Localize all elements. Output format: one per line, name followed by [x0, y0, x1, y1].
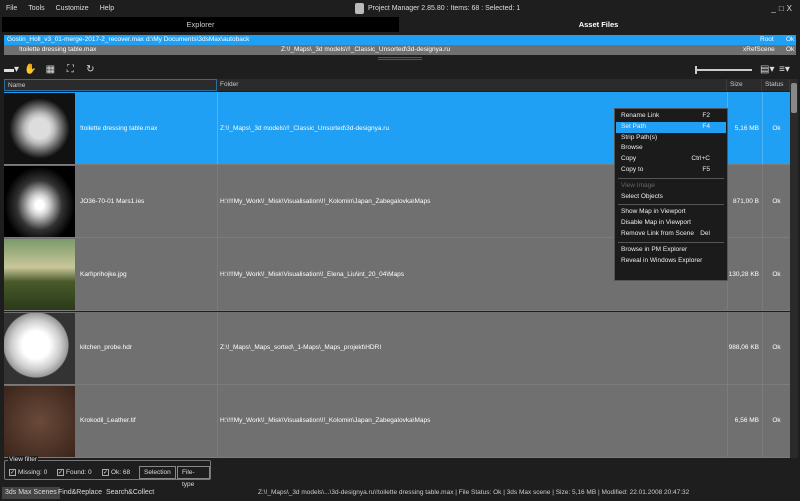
column-header-size[interactable]: Size — [727, 79, 762, 91]
menu-separator — [618, 177, 724, 179]
menu-item-reveal-in-windows-explorer[interactable]: Reveal in Windows Explorer — [616, 256, 726, 267]
tab-3ds-max-scenes[interactable]: 3ds Max Scenes — [2, 487, 60, 499]
cell-size: 5,16 MB — [727, 92, 762, 164]
selection-button[interactable]: Selection — [139, 466, 176, 479]
found-checkbox[interactable]: ✓ Found: 0 — [57, 469, 92, 476]
window-controls[interactable]: _□X — [771, 4, 795, 13]
status-bar: Z:\!_Maps\_3d models\...\3d-designya.ru\… — [258, 489, 690, 496]
column-header-status[interactable]: Status — [762, 79, 790, 91]
scrollbar[interactable] — [790, 79, 798, 458]
cell-status: Ok — [762, 238, 790, 311]
tab-asset-files[interactable]: Asset Files — [399, 17, 798, 32]
tree-name: Gostin_Holl_v3_01-merge-2017-2_recover.m… — [7, 36, 144, 43]
menu-item-select-objects[interactable]: Select Objects — [616, 192, 726, 203]
cell-status: Ok — [762, 311, 790, 384]
column-header-name[interactable]: Name — [4, 79, 217, 91]
menu-item-view-image: View Image — [621, 181, 655, 189]
tree-type: Root — [760, 36, 774, 43]
tree-row[interactable]: !toilette dressing table.max Z:\!_Maps\_… — [4, 45, 796, 55]
cell-size: 871,00 B — [727, 165, 762, 238]
sort-icon[interactable]: ≡▾ — [779, 64, 790, 75]
toolbar: ▬▾ ✋ ▦ ⛶ ↻ — [4, 64, 102, 76]
tab-explorer[interactable]: Explorer — [2, 17, 399, 32]
splitter-handle[interactable] — [378, 57, 422, 60]
checkmark-icon: ✓ — [102, 469, 109, 476]
close-button[interactable]: X — [787, 4, 795, 13]
thumbnail-image — [4, 312, 75, 384]
tab-find-replace[interactable]: Find&Replace — [55, 487, 105, 499]
cell-name: kitchen_probe.hdr — [80, 344, 133, 352]
missing-checkbox[interactable]: ✓ Missing: 0 — [9, 469, 47, 476]
checkmark-icon: ✓ — [9, 469, 16, 476]
thumbnail-image — [4, 239, 75, 311]
zoom-extents-icon[interactable]: ⛶ — [64, 64, 77, 76]
menu-separator — [618, 241, 724, 243]
view-mode-icon[interactable]: ▤▾ — [760, 64, 774, 75]
cell-status: Ok — [762, 92, 790, 164]
cell-name: JO36-70-01 Mars1.ies — [80, 197, 145, 205]
cell-status: Ok — [762, 165, 790, 238]
thumbnail-image — [4, 93, 75, 164]
cell-size: 988,06 KB — [727, 311, 762, 384]
menu-item-browse[interactable]: Browse — [616, 143, 726, 154]
cell-size: 130,28 KB — [727, 238, 762, 311]
menu-item-copy[interactable]: Copy Ctrl+C — [616, 154, 726, 165]
thumbnail-image — [4, 166, 75, 238]
tab-search-collect[interactable]: Search&Collect — [103, 487, 157, 499]
menu-help[interactable]: Help — [100, 5, 114, 12]
column-header-folder[interactable]: Folder — [217, 79, 727, 91]
refresh-icon[interactable]: ↻ — [84, 64, 97, 76]
table-row[interactable]: Krokodil_Leather.tif H:\!!!My_Work\!_Mis… — [4, 384, 790, 458]
menu-item-set-path[interactable]: Set Path F4 — [616, 121, 726, 133]
thumbnail-image — [4, 385, 75, 457]
tree-folder: d:\My Documents\3dsMax\autoback — [146, 36, 250, 43]
tree-row[interactable]: Gostin_Holl_v3_01-merge-2017-2_recover.m… — [4, 35, 796, 45]
checkmark-icon: ✓ — [57, 469, 64, 476]
menu-separator — [618, 204, 724, 206]
cell-folder: H:\!!!My_Work\!_Misk\Visualisation\!!_Ko… — [217, 384, 727, 457]
window-title: Project Manager 2.85.80 : Items: 68 : Se… — [368, 5, 521, 12]
cell-size: 6,56 MB — [727, 384, 762, 457]
maximize-button[interactable]: □ — [779, 4, 787, 13]
ok-checkbox[interactable]: ✓ Ok: 68 — [102, 469, 130, 476]
menu-item-show-map-in-viewport[interactable]: Show Map in Viewport — [616, 207, 726, 218]
cell-status: Ok — [762, 384, 790, 457]
app-logo-icon — [355, 3, 364, 14]
menu-customize[interactable]: Customize — [56, 5, 89, 12]
context-menu: Rename Link F2 Set Path F4 Strip Path(s) Brow… — [614, 108, 728, 281]
menu-tools[interactable]: Tools — [28, 5, 44, 12]
menu-item-strip-path-s-[interactable]: Strip Path(s) — [616, 133, 726, 144]
cell-folder: Z:\!_Maps\_Maps_sorted\_1-Maps\_Maps_pro… — [217, 311, 727, 384]
minimize-button[interactable]: _ — [771, 4, 778, 13]
menu-bar: File Tools Customize Help — [6, 5, 125, 12]
select-objects-icon[interactable]: ✋ — [24, 64, 37, 76]
cell-name: Karl\prihojke.jpg — [80, 270, 127, 278]
grid-view-icon[interactable]: ▦ — [44, 64, 57, 76]
menu-item-browse-in-pm-explorer[interactable]: Browse in PM Explorer — [616, 245, 726, 256]
tree-name: !toilette dressing table.max — [19, 46, 97, 53]
tree-status: Ok — [786, 46, 795, 53]
view-filter-legend: View filter — [8, 456, 39, 463]
table-row[interactable]: kitchen_probe.hdr Z:\!_Maps\_Maps_sorted… — [4, 311, 790, 385]
tree-type: xRefScene — [743, 46, 775, 53]
tree-status: Ok — [786, 36, 795, 43]
menu-item-disable-map-in-viewport[interactable]: Disable Map in Viewport — [616, 218, 726, 229]
folder-menu-icon[interactable]: ▬▾ — [4, 64, 19, 76]
menu-file[interactable]: File — [6, 5, 17, 12]
view-filter: View filter ✓ Missing: 0 ✓ Found: 0 ✓ Ok: 6… — [4, 456, 211, 488]
menu-item-rename-link[interactable]: Rename Link F2 — [616, 111, 726, 122]
cell-name: Krokodil_Leather.tif — [80, 417, 136, 425]
tree-folder: Z:\!_Maps\_3d models\!!_Classic_Unsorted… — [281, 46, 451, 53]
filetype-button[interactable]: File-type — [177, 466, 210, 488]
menu-item-remove-link-from-scene[interactable]: Remove Link from Scene Del — [616, 229, 726, 240]
thumbnail-size-slider[interactable] — [695, 66, 752, 74]
menu-item-copy-to[interactable]: Copy to F5 — [616, 165, 726, 176]
cell-name: !toilette dressing table.max — [80, 124, 158, 132]
